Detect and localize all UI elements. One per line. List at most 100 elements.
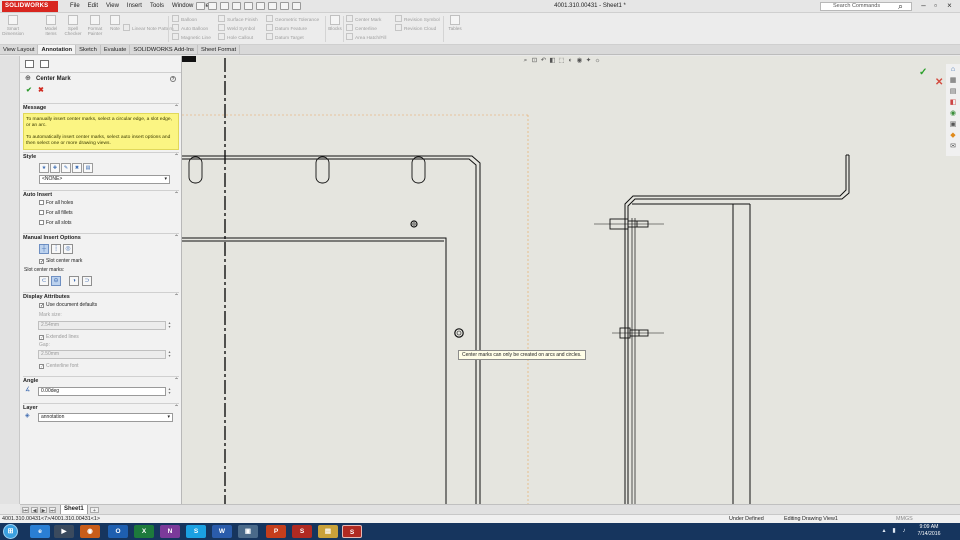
next-sheet-icon[interactable]: ▶ bbox=[40, 507, 47, 514]
minimize-icon[interactable]: – bbox=[919, 1, 928, 11]
pin-icon[interactable] bbox=[196, 2, 205, 10]
angle-section-header[interactable]: Angle ⌃ bbox=[23, 376, 179, 385]
appearances-icon[interactable]: ▣ bbox=[949, 121, 957, 128]
firefox-icon[interactable]: ◉ bbox=[80, 525, 100, 538]
tab-annotation[interactable]: Annotation bbox=[38, 45, 77, 54]
menu-insert[interactable]: Insert bbox=[123, 0, 146, 13]
tray-expand-icon[interactable]: ▴ bbox=[880, 526, 888, 536]
linear-center-mark-icon[interactable]: ┆ bbox=[51, 244, 61, 254]
center-mark-button[interactable]: Center Mark bbox=[346, 15, 381, 24]
confirm-check-icon[interactable]: ✓ bbox=[919, 67, 927, 78]
rebuild-icon[interactable] bbox=[280, 2, 289, 10]
message-section-header[interactable]: Message ⌃ bbox=[23, 103, 179, 112]
mark-size-input[interactable]: 2.54mm bbox=[38, 321, 166, 330]
file-explorer-icon[interactable]: ◧ bbox=[949, 99, 957, 106]
slot-both-icon[interactable]: ⊃ bbox=[82, 276, 92, 286]
help-icon[interactable]: ? bbox=[170, 76, 176, 82]
apply-default-style-icon[interactable]: ★ bbox=[39, 163, 49, 173]
options-icon[interactable] bbox=[292, 2, 301, 10]
use-document-defaults-checkbox[interactable]: ✓ Use document defaults bbox=[39, 302, 97, 309]
solidworks-logo[interactable]: SOLIDWORKS bbox=[2, 1, 58, 12]
onenote-icon[interactable]: N bbox=[160, 525, 180, 538]
spell-checker-button[interactable]: Spell Checker bbox=[64, 15, 82, 36]
print-icon[interactable] bbox=[244, 2, 253, 10]
balloon-button[interactable]: Balloon bbox=[172, 15, 197, 24]
restore-icon[interactable]: ▫ bbox=[931, 1, 940, 11]
revision-symbol-button[interactable]: Revision Symbol bbox=[395, 15, 440, 24]
menu-file[interactable]: File bbox=[66, 0, 84, 13]
ok-button[interactable]: ✔ bbox=[26, 87, 32, 95]
menu-window[interactable]: Window bbox=[168, 0, 197, 13]
for-all-holes-checkbox[interactable]: For all holes bbox=[39, 200, 73, 207]
spinner-icon[interactable]: ▴ ▾ bbox=[167, 321, 172, 330]
outlook-icon[interactable]: O bbox=[108, 525, 128, 538]
delete-style-icon[interactable]: ✖ bbox=[72, 163, 82, 173]
search-icon[interactable]: ⌕ bbox=[898, 1, 908, 11]
spinner-icon[interactable]: ▴ ▾ bbox=[167, 387, 172, 396]
slot-arc-icon[interactable]: ◑ bbox=[69, 276, 79, 286]
media-player-icon[interactable]: ▶ bbox=[54, 525, 74, 538]
network-icon[interactable]: ▮ bbox=[890, 526, 898, 536]
windows-start-button[interactable]: ⊞ bbox=[3, 524, 18, 539]
taskbar-clock[interactable]: 9:09 AM 7/14/2016 bbox=[912, 524, 946, 538]
display-attributes-section-header[interactable]: Display Attributes ⌃ bbox=[23, 292, 179, 301]
magnetic-line-button[interactable]: Magnetic Line bbox=[172, 33, 211, 42]
open-icon[interactable] bbox=[220, 2, 229, 10]
model-items-button[interactable]: Model Items bbox=[42, 15, 60, 36]
excel-icon[interactable]: X bbox=[134, 525, 154, 538]
window-app-icon[interactable]: ▣ bbox=[238, 525, 258, 538]
spinner-icon[interactable]: ▴ ▾ bbox=[167, 350, 172, 359]
tab-sketch[interactable]: Sketch bbox=[76, 45, 101, 54]
add-sheet-icon[interactable]: + bbox=[90, 507, 99, 514]
auto-insert-section-header[interactable]: Auto Insert ⌃ bbox=[23, 190, 179, 199]
menu-view[interactable]: View bbox=[102, 0, 123, 13]
skype-icon[interactable]: S bbox=[186, 525, 206, 538]
confirm-cancel-icon[interactable]: ✕ bbox=[935, 77, 943, 88]
feature-tree-tab-icon[interactable] bbox=[25, 60, 34, 68]
panel-collapse-strip[interactable] bbox=[0, 56, 20, 504]
cancel-button[interactable]: ✖ bbox=[38, 87, 44, 95]
manual-insert-section-header[interactable]: Manual Insert Options ⌃ bbox=[23, 233, 179, 242]
centerline-font-checkbox[interactable]: ✓ Centerline font bbox=[39, 363, 79, 370]
weld-symbol-button[interactable]: Weld Symbol bbox=[218, 24, 255, 33]
single-center-mark-icon[interactable]: ┼ bbox=[39, 244, 49, 254]
slot-ends-icon[interactable]: ⊂ bbox=[39, 276, 49, 286]
tables-button[interactable]: Tables bbox=[446, 15, 464, 31]
solidworks-app-icon[interactable]: S bbox=[292, 525, 312, 538]
save-icon[interactable] bbox=[232, 2, 241, 10]
for-all-fillets-checkbox[interactable]: For all fillets bbox=[39, 210, 73, 217]
revision-cloud-button[interactable]: Revision Cloud bbox=[395, 24, 436, 33]
tab-sheet-format[interactable]: Sheet Format bbox=[198, 45, 241, 54]
powerpoint-icon[interactable]: P bbox=[266, 525, 286, 538]
circular-center-mark-icon[interactable]: ◎ bbox=[63, 244, 73, 254]
datum-target-button[interactable]: Datum Target bbox=[266, 33, 304, 42]
auto-balloon-button[interactable]: Auto Balloon bbox=[172, 24, 208, 33]
internet-explorer-icon[interactable]: e bbox=[30, 525, 50, 538]
extended-lines-checkbox[interactable]: ✓ Extended lines bbox=[39, 334, 79, 341]
file-explorer-taskbar-icon[interactable]: ▤ bbox=[318, 525, 338, 538]
tab-view-layout[interactable]: View Layout bbox=[0, 45, 39, 54]
gap-input[interactable]: 2.50mm bbox=[38, 350, 166, 359]
smart-dimension-button[interactable]: Smart Dimension bbox=[2, 15, 24, 36]
linear-note-pattern-button[interactable]: Linear Note Pattern bbox=[123, 24, 174, 33]
save-style-icon[interactable]: ▤ bbox=[83, 163, 93, 173]
add-style-icon[interactable]: ✚ bbox=[50, 163, 60, 173]
previous-sheet-icon[interactable]: ◀ bbox=[31, 507, 38, 514]
design-library-icon[interactable]: ▤ bbox=[949, 88, 957, 95]
close-icon[interactable]: × bbox=[945, 1, 954, 11]
select-icon[interactable] bbox=[268, 2, 277, 10]
slot-center-icon[interactable]: ⊖ bbox=[51, 276, 61, 286]
home-icon[interactable]: ⌂ bbox=[949, 66, 957, 73]
slot-center-mark-checkbox[interactable]: ✓ Slot center mark bbox=[39, 258, 82, 265]
solidworks-active-icon[interactable]: S bbox=[342, 525, 362, 538]
undo-icon[interactable] bbox=[256, 2, 265, 10]
tab-evaluate[interactable]: Evaluate bbox=[101, 45, 131, 54]
layer-section-header[interactable]: Layer ⌃ bbox=[23, 403, 179, 412]
update-style-icon[interactable]: ✎ bbox=[61, 163, 71, 173]
centerline-button[interactable]: Centerline bbox=[346, 24, 377, 33]
style-select[interactable]: <NONE> ▾ bbox=[39, 175, 170, 184]
tab-solidworks-add-ins[interactable]: SOLIDWORKS Add-Ins bbox=[130, 45, 198, 54]
menu-edit[interactable]: Edit bbox=[84, 0, 102, 13]
for-all-slots-checkbox[interactable]: For all slots bbox=[39, 220, 72, 227]
resources-icon[interactable]: ▦ bbox=[949, 77, 957, 84]
